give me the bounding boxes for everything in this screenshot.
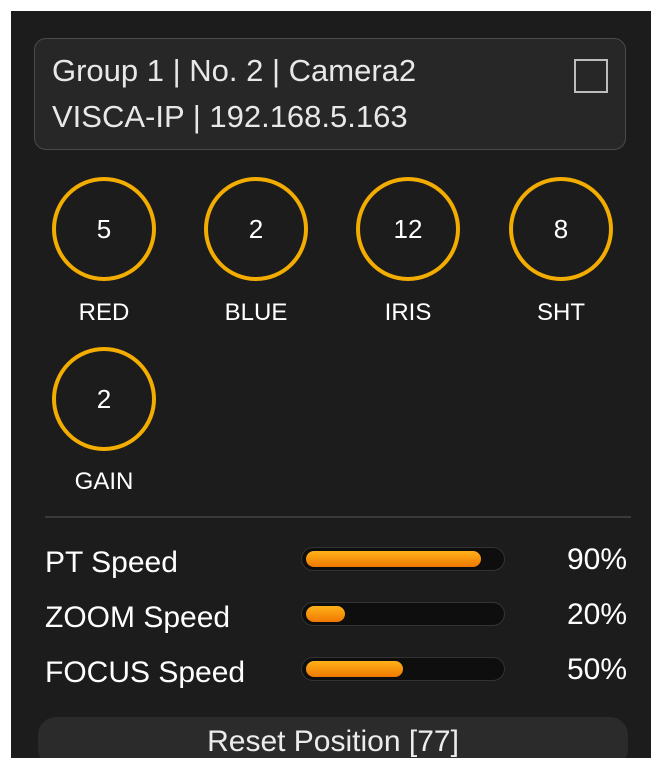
gain-knob[interactable]: 2 <box>52 347 156 451</box>
pt-speed-slider[interactable] <box>301 547 505 571</box>
zoom-speed-fill <box>306 606 345 622</box>
focus-speed-fill <box>306 661 403 677</box>
gain-label: GAIN <box>74 468 134 495</box>
blue-label: BLUE <box>224 299 288 326</box>
pt-speed-value: 90% <box>566 543 627 576</box>
iris-knob[interactable]: 12 <box>356 177 460 281</box>
camera-control-panel: Group 1 | No. 2 | Camera2 VISCA-IP | 192… <box>11 11 651 758</box>
iris-value: 12 <box>393 213 423 244</box>
focus-speed-label: FOCUS Speed <box>45 656 246 689</box>
shutter-label: SHT <box>537 299 585 326</box>
zoom-speed-label: ZOOM Speed <box>45 601 231 634</box>
pt-speed-label: PT Speed <box>45 546 178 579</box>
red-knob[interactable]: 5 <box>52 177 156 281</box>
reset-position-button[interactable]: Reset Position [77] <box>38 717 628 758</box>
blue-value: 2 <box>248 213 264 244</box>
section-divider <box>45 516 631 518</box>
focus-speed-value: 50% <box>566 653 627 686</box>
camera-select-checkbox[interactable] <box>574 59 608 93</box>
zoom-speed-slider[interactable] <box>301 602 505 626</box>
focus-speed-slider[interactable] <box>301 657 505 681</box>
blue-knob[interactable]: 2 <box>204 177 308 281</box>
gain-value: 2 <box>96 383 112 414</box>
camera-connection-text: VISCA-IP | 192.168.5.163 <box>52 99 408 134</box>
zoom-speed-value: 20% <box>566 598 627 631</box>
shutter-value: 8 <box>553 213 569 244</box>
shutter-knob[interactable]: 8 <box>509 177 613 281</box>
camera-info-card[interactable]: Group 1 | No. 2 | Camera2 VISCA-IP | 192… <box>34 38 626 150</box>
red-value: 5 <box>96 213 112 244</box>
iris-label: IRIS <box>384 299 432 326</box>
red-label: RED <box>78 299 130 326</box>
pt-speed-fill <box>306 551 481 567</box>
camera-identity-text: Group 1 | No. 2 | Camera2 <box>52 53 417 88</box>
